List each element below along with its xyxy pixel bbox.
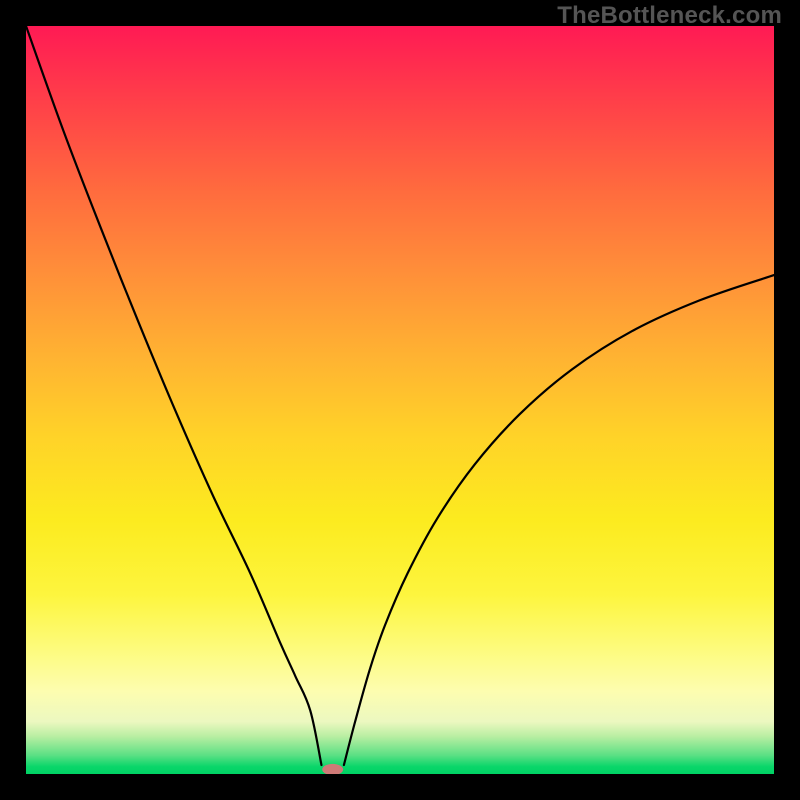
curve-left-branch [26, 26, 321, 765]
chart-frame: TheBottleneck.com [0, 0, 800, 800]
minimum-marker [322, 764, 343, 774]
curve-right-branch [344, 275, 774, 765]
curve-layer [26, 26, 774, 774]
plot-area [26, 26, 774, 774]
